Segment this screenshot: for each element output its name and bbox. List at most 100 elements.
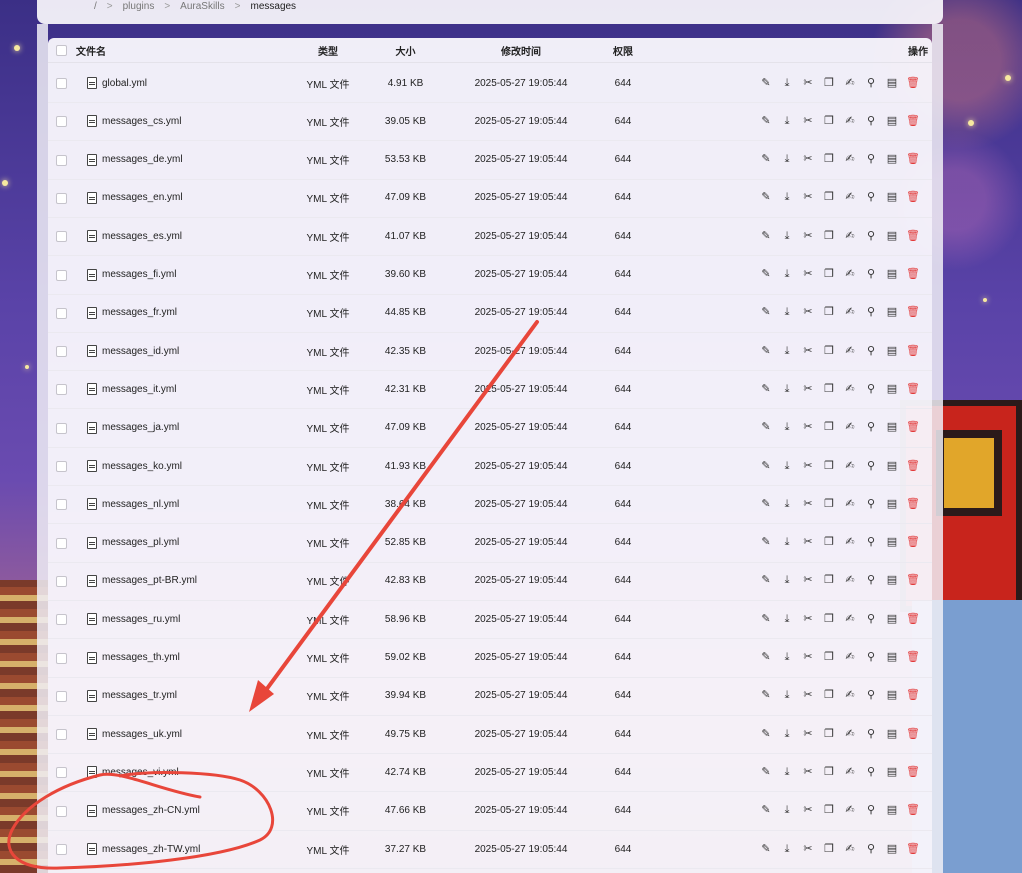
row-checkbox[interactable] <box>56 307 67 319</box>
rename-icon[interactable]: ✎ <box>760 766 772 778</box>
search-icon[interactable]: ⚲ <box>865 652 877 664</box>
row-checkbox[interactable] <box>56 652 67 664</box>
breadcrumb-root[interactable]: / <box>94 1 97 12</box>
file-name-cell[interactable]: messages_uk.yml <box>87 715 182 753</box>
row-checkbox[interactable] <box>56 575 67 587</box>
row-checkbox[interactable] <box>56 767 67 779</box>
file-name-cell[interactable]: messages_pt-BR.yml <box>87 562 197 600</box>
search-icon[interactable]: ⚲ <box>865 422 877 434</box>
download-icon[interactable]: ⤓ <box>781 383 793 395</box>
rename-icon[interactable]: ✎ <box>760 77 772 89</box>
edit-icon[interactable]: ✍ <box>844 192 856 204</box>
delete-icon[interactable]: 🗑 <box>906 383 920 395</box>
download-icon[interactable]: ⤓ <box>781 230 793 242</box>
file-name-cell[interactable]: messages_ru.yml <box>87 600 180 638</box>
table-row[interactable]: messages_nl.yml YML 文件 38.64 KB 2025-05-27 … <box>48 485 932 525</box>
file-name[interactable]: messages_ko.yml <box>102 461 182 472</box>
delete-icon[interactable]: 🗑 <box>906 77 920 89</box>
file-name[interactable]: messages_es.yml <box>102 231 182 242</box>
file-info-icon[interactable]: ▤ <box>886 269 898 281</box>
search-icon[interactable]: ⚲ <box>865 843 877 855</box>
edit-icon[interactable]: ✍ <box>844 843 856 855</box>
search-icon[interactable]: ⚲ <box>865 537 877 549</box>
column-header-modified[interactable]: 修改时间 <box>468 38 574 62</box>
row-checkbox[interactable] <box>56 384 67 396</box>
file-name[interactable]: messages_uk.yml <box>102 729 182 740</box>
rename-icon[interactable]: ✎ <box>760 115 772 127</box>
table-row[interactable]: messages_cs.yml YML 文件 39.05 KB 2025-05-27 … <box>48 102 932 142</box>
search-icon[interactable]: ⚲ <box>865 383 877 395</box>
row-checkbox[interactable] <box>56 269 67 281</box>
select-all-checkbox[interactable] <box>56 45 67 56</box>
rename-icon[interactable]: ✎ <box>760 613 772 625</box>
edit-icon[interactable]: ✍ <box>844 498 856 510</box>
download-icon[interactable]: ⤓ <box>781 805 793 817</box>
search-icon[interactable]: ⚲ <box>865 269 877 281</box>
cut-icon[interactable]: ✂ <box>802 154 814 166</box>
download-icon[interactable]: ⤓ <box>781 422 793 434</box>
search-icon[interactable]: ⚲ <box>865 154 877 166</box>
row-checkbox[interactable] <box>56 154 67 166</box>
cut-icon[interactable]: ✂ <box>802 537 814 549</box>
file-info-icon[interactable]: ▤ <box>886 652 898 664</box>
row-checkbox[interactable] <box>56 844 67 855</box>
delete-icon[interactable]: 🗑 <box>906 269 920 281</box>
delete-icon[interactable]: 🗑 <box>906 307 920 319</box>
copy-icon[interactable]: ❐ <box>823 154 835 166</box>
table-row[interactable]: messages_fr.yml YML 文件 44.85 KB 2025-05-27 … <box>48 294 932 333</box>
row-checkbox[interactable] <box>56 422 67 434</box>
cut-icon[interactable]: ✂ <box>802 498 814 510</box>
file-name[interactable]: messages_fi.yml <box>102 269 176 280</box>
copy-icon[interactable]: ❐ <box>823 115 835 127</box>
table-row[interactable]: messages_id.yml YML 文件 42.35 KB 2025-05-27 … <box>48 332 932 372</box>
delete-icon[interactable]: 🗑 <box>906 230 920 242</box>
delete-icon[interactable]: 🗑 <box>906 652 920 664</box>
file-info-icon[interactable]: ▤ <box>886 766 898 778</box>
column-header-type[interactable]: 类型 <box>306 38 350 62</box>
rename-icon[interactable]: ✎ <box>760 269 772 281</box>
table-row[interactable]: messages_es.yml YML 文件 41.07 KB 2025-05-27 … <box>48 217 932 257</box>
file-name-cell[interactable]: messages_pl.yml <box>87 524 179 562</box>
table-row[interactable]: messages_ko.yml YML 文件 41.93 KB 2025-05-27 … <box>48 447 932 486</box>
copy-icon[interactable]: ❐ <box>823 652 835 664</box>
search-icon[interactable]: ⚲ <box>865 728 877 740</box>
file-name-cell[interactable]: messages_fi.yml <box>87 256 176 294</box>
column-header-name[interactable]: 文件名 <box>76 38 106 62</box>
download-icon[interactable]: ⤓ <box>781 575 793 587</box>
rename-icon[interactable]: ✎ <box>760 345 772 357</box>
file-name[interactable]: messages_id.yml <box>102 346 179 357</box>
copy-icon[interactable]: ❐ <box>823 307 835 319</box>
table-row[interactable]: global.yml YML 文件 4.91 KB 2025-05-27 19:05:… <box>48 64 932 103</box>
search-icon[interactable]: ⚲ <box>865 115 877 127</box>
download-icon[interactable]: ⤓ <box>781 766 793 778</box>
cut-icon[interactable]: ✂ <box>802 652 814 664</box>
cut-icon[interactable]: ✂ <box>802 805 814 817</box>
file-info-icon[interactable]: ▤ <box>886 115 898 127</box>
delete-icon[interactable]: 🗑 <box>906 115 920 127</box>
rename-icon[interactable]: ✎ <box>760 843 772 855</box>
edit-icon[interactable]: ✍ <box>844 307 856 319</box>
cut-icon[interactable]: ✂ <box>802 77 814 89</box>
cut-icon[interactable]: ✂ <box>802 613 814 625</box>
file-name[interactable]: messages_de.yml <box>102 154 183 165</box>
file-name-cell[interactable]: messages_vi.yml <box>87 753 179 791</box>
row-checkbox[interactable] <box>56 614 67 626</box>
rename-icon[interactable]: ✎ <box>760 537 772 549</box>
file-name-cell[interactable]: messages_zh-TW.yml <box>87 830 200 868</box>
cut-icon[interactable]: ✂ <box>802 230 814 242</box>
file-name[interactable]: messages_tr.yml <box>102 690 177 701</box>
edit-icon[interactable]: ✍ <box>844 652 856 664</box>
search-icon[interactable]: ⚲ <box>865 345 877 357</box>
row-checkbox[interactable] <box>56 116 67 128</box>
file-info-icon[interactable]: ▤ <box>886 537 898 549</box>
download-icon[interactable]: ⤓ <box>781 652 793 664</box>
rename-icon[interactable]: ✎ <box>760 805 772 817</box>
table-row[interactable]: messages_pl.yml YML 文件 52.85 KB 2025-05-27 … <box>48 524 932 563</box>
file-name-cell[interactable]: messages_tr.yml <box>87 677 177 715</box>
edit-icon[interactable]: ✍ <box>844 613 856 625</box>
copy-icon[interactable]: ❐ <box>823 805 835 817</box>
delete-icon[interactable]: 🗑 <box>906 345 920 357</box>
column-header-permissions[interactable]: 权限 <box>608 38 638 62</box>
file-info-icon[interactable]: ▤ <box>886 805 898 817</box>
table-row[interactable]: messages_ja.yml YML 文件 47.09 KB 2025-05-27 … <box>48 409 932 448</box>
